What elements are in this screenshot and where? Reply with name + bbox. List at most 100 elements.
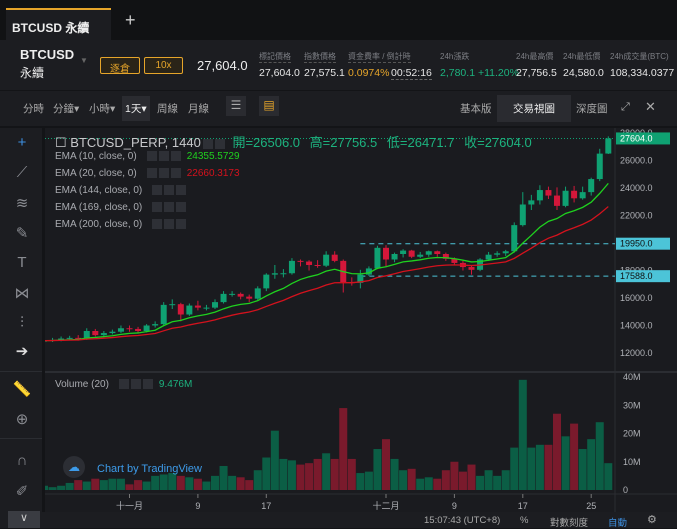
volume-bar <box>595 422 604 490</box>
view-trading[interactable]: 交易視圖 <box>497 95 571 122</box>
eye-icon[interactable] <box>152 202 163 213</box>
gear-icon[interactable] <box>164 202 175 213</box>
leverage-button[interactable]: 10x <box>144 57 183 74</box>
volume-bar <box>561 436 570 490</box>
chevron-down-icon[interactable]: ∨ <box>8 511 40 528</box>
ruler-icon[interactable]: 📏 <box>12 380 32 400</box>
indicator-settings-icon[interactable]: ☰ <box>226 96 246 116</box>
indicator-ema144[interactable]: EMA (144, close, 0) <box>55 185 187 196</box>
view-basic[interactable]: 基本版 <box>460 101 492 116</box>
candle-body <box>579 192 586 199</box>
gear-icon[interactable]: ⚙ <box>647 513 657 526</box>
volume-bar <box>142 481 151 490</box>
view-depth[interactable]: 深度圖 <box>576 101 608 116</box>
price-tick: 12000.0 <box>620 348 653 358</box>
candle-body <box>554 195 560 206</box>
volume-bar <box>270 430 279 490</box>
interval-minute[interactable]: 分鐘▾ <box>53 101 79 116</box>
interval-1day[interactable]: 1天▾ <box>122 96 150 121</box>
percent-toggle[interactable]: % <box>520 515 528 526</box>
close-icon[interactable] <box>176 202 187 213</box>
volume-bar <box>279 458 288 490</box>
pattern-icon[interactable]: ⋈ <box>12 284 32 304</box>
close-icon[interactable]: ✕ <box>645 99 656 115</box>
24h-low: 24,580.0 <box>563 67 604 79</box>
brush-icon[interactable]: ✎ <box>12 224 32 244</box>
volume-bar <box>518 379 527 490</box>
date-tick: 9 <box>452 501 457 511</box>
gear-icon[interactable] <box>158 168 169 179</box>
arrow-right-icon[interactable]: ➔ <box>12 342 32 362</box>
eye-icon[interactable] <box>202 138 213 149</box>
magnet-icon[interactable]: ∩ <box>12 452 32 472</box>
candle-body <box>246 296 253 299</box>
volume-bar <box>382 439 390 490</box>
gear-icon[interactable] <box>158 151 169 162</box>
volume-bar <box>253 470 262 490</box>
interval-week[interactable]: 周線 <box>157 101 178 116</box>
volume-bar <box>305 463 314 490</box>
indicator-ema169[interactable]: EMA (169, close, 0) <box>55 202 187 213</box>
volume-bar <box>527 447 536 490</box>
tab-btcusd[interactable]: BTCUSD 永續 <box>6 8 111 40</box>
tab-bar: BTCUSD 永續 + <box>0 0 677 40</box>
fib-icon[interactable]: ≋ <box>12 194 32 214</box>
symbol[interactable]: BTCUSD <box>20 47 74 62</box>
close-icon[interactable] <box>170 168 181 179</box>
zoom-in-icon[interactable]: ⊕ <box>12 410 32 430</box>
interval-month[interactable]: 月線 <box>188 101 209 116</box>
indicator-label: EMA (10, close, 0) <box>55 151 137 162</box>
candle-body <box>391 254 398 260</box>
eye-icon[interactable] <box>118 379 129 390</box>
eye-icon[interactable] <box>146 168 157 179</box>
gear-icon[interactable] <box>164 219 175 230</box>
notes-icon[interactable]: ▤ <box>259 96 279 116</box>
indicator-volume[interactable]: Volume (20) 9.476M <box>55 379 192 390</box>
lock-drawing-icon[interactable]: ✐ <box>12 482 32 502</box>
candle-body <box>596 153 603 180</box>
fullscreen-icon[interactable]: ⤢ <box>621 101 630 114</box>
indicator-ema200[interactable]: EMA (200, close, 0) <box>55 219 187 230</box>
auto-scale-toggle[interactable]: 自動 <box>608 515 627 529</box>
volume-bar <box>116 478 125 490</box>
candle-body <box>434 251 441 254</box>
eye-icon[interactable] <box>152 219 163 230</box>
eye-icon[interactable] <box>152 185 163 196</box>
volume-bar <box>236 477 245 490</box>
text-icon[interactable]: T <box>12 254 32 274</box>
margin-mode-button[interactable]: 逐倉 <box>100 57 140 75</box>
volume-bar <box>65 482 74 490</box>
crosshair-icon[interactable]: + <box>12 134 32 154</box>
eye-icon[interactable] <box>146 151 157 162</box>
log-scale-toggle[interactable]: 對數刻度 <box>550 515 588 529</box>
volume-bar <box>245 480 254 490</box>
gear-icon[interactable] <box>130 379 141 390</box>
gear-icon[interactable] <box>214 138 225 149</box>
close-icon[interactable] <box>176 219 187 230</box>
candle-body <box>562 190 569 206</box>
watermark[interactable]: Chart by TradingView <box>97 463 202 475</box>
candle-body <box>229 293 236 295</box>
interval-hour[interactable]: 小時▾ <box>89 101 115 116</box>
close-icon[interactable] <box>176 185 187 196</box>
prediction-icon[interactable]: ⫶ <box>12 314 32 334</box>
indicator-ema20[interactable]: EMA (20, close, 0) 22660.3173 <box>55 168 240 179</box>
chevron-down-icon[interactable]: ▼ <box>80 56 88 65</box>
candle-body <box>511 225 518 252</box>
candle-body <box>152 324 159 326</box>
chart-area[interactable]: 28000.026000.024000.022000.020000.018000… <box>45 128 677 512</box>
plus-icon[interactable]: + <box>125 10 136 31</box>
trendline-icon[interactable]: ⟋ <box>12 164 32 184</box>
close-icon[interactable] <box>170 151 181 162</box>
volume-bar <box>322 453 331 490</box>
clock: 15:07:43 (UTC+8) <box>424 515 501 526</box>
candle-body <box>323 254 330 266</box>
price-label: 27604.0 <box>620 133 653 143</box>
gear-icon[interactable] <box>164 185 175 196</box>
indicator-ema10[interactable]: EMA (10, close, 0) 24355.5729 <box>55 151 240 162</box>
date-tick: 十一月 <box>116 500 143 511</box>
candle-body <box>314 265 321 266</box>
interval-time[interactable]: 分時 <box>23 101 44 116</box>
candle-body <box>186 305 193 315</box>
close-icon[interactable] <box>142 379 153 390</box>
